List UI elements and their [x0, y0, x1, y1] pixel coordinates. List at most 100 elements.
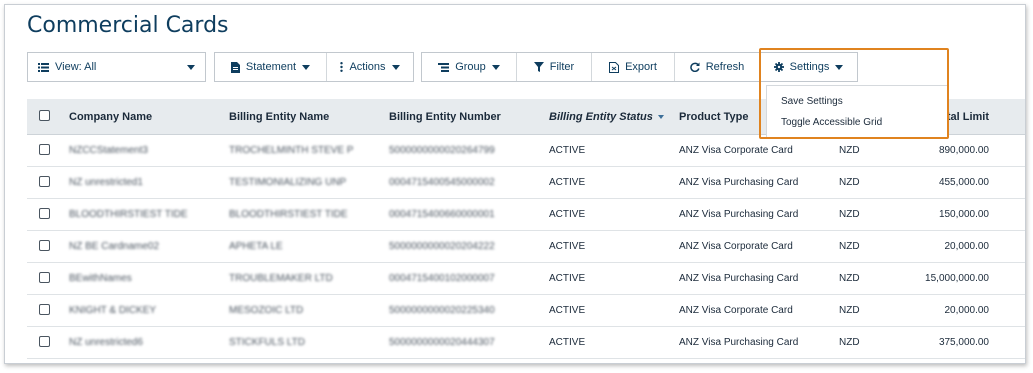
cell-billing-name: STICKFULS LTD: [229, 337, 305, 348]
list-icon: [38, 62, 49, 72]
cell-product: ANZ Visa Purchasing Card: [679, 177, 799, 188]
export-button[interactable]: Export: [592, 53, 675, 81]
cell-currency: NZD: [839, 177, 860, 188]
cell-currency: NZD: [839, 145, 860, 156]
cell-product: ANZ Visa Corporate Card: [679, 145, 793, 156]
cell-limit: 20,000.00: [944, 241, 990, 252]
table-row[interactable]: NZ BE Cardname02 APHETA LE 5000000000020…: [27, 231, 1025, 263]
cell-limit: 375,000.00: [938, 337, 989, 348]
settings-button[interactable]: Settings: [760, 53, 857, 81]
cell-status: ACTIVE: [549, 177, 586, 188]
cell-company: BLOODTHIRSTIEST TIDE: [69, 209, 188, 220]
cell-company: KNIGHT & DICKEY: [69, 305, 157, 316]
cell-status: ACTIVE: [549, 209, 586, 220]
cell-status: ACTIVE: [549, 337, 586, 348]
cell-company: NZ BE Cardname02: [69, 241, 160, 252]
table-row[interactable]: NZ unrestricted6 STICKFULS LTD 500000000…: [27, 327, 1025, 359]
kebab-icon: [340, 62, 344, 72]
view-select[interactable]: View: All: [27, 52, 206, 82]
cell-company: NZ unrestricted1: [69, 177, 143, 188]
group-button[interactable]: Group: [422, 53, 517, 81]
actions-label: Actions: [349, 61, 386, 73]
cell-currency: NZD: [839, 209, 860, 220]
settings-label: Settings: [789, 61, 830, 73]
chevron-down-icon: [491, 64, 500, 70]
table-row[interactable]: NZ unrestricted1 TESTIMONIALIZING UNP 00…: [27, 167, 1025, 199]
table-row[interactable]: KNIGHT & DICKEY MESOZOIC LTD 50000000000…: [27, 295, 1025, 327]
row-checkbox[interactable]: [39, 143, 50, 155]
chevron-down-icon: [187, 64, 195, 70]
cell-billing-name: BLOODTHIRSTIEST TIDE: [229, 209, 348, 220]
column-header-billing-status[interactable]: Billing Entity Status: [549, 111, 679, 123]
select-all-checkbox[interactable]: [39, 109, 50, 121]
cell-status: ACTIVE: [549, 145, 586, 156]
cell-product: ANZ Visa Corporate Card: [679, 305, 793, 316]
cell-limit: 20,000.00: [944, 305, 990, 316]
statement-label: Statement: [245, 61, 297, 73]
settings-dropdown-menu: Save Settings Toggle Accessible Grid: [766, 85, 948, 139]
view-select-label: View: All: [55, 61, 97, 73]
chevron-down-icon: [835, 64, 844, 70]
cell-limit: 150,000.00: [938, 209, 989, 220]
cell-billing-number: 0004715400545000002: [389, 177, 495, 188]
cell-limit: 15,000,000.00: [925, 273, 989, 284]
cell-product: ANZ Visa Purchasing Card: [679, 337, 799, 348]
row-checkbox[interactable]: [39, 335, 50, 347]
filter-label: Filter: [549, 61, 575, 73]
statement-actions-group: Statement Actions: [214, 52, 414, 82]
filter-icon: [533, 62, 544, 72]
group-label: Group: [455, 61, 486, 73]
export-icon: [609, 61, 620, 73]
refresh-label: Refresh: [705, 61, 745, 73]
refresh-button[interactable]: Refresh: [675, 53, 760, 81]
row-checkbox[interactable]: [39, 303, 50, 315]
cell-billing-number: 5000000000020264799: [389, 145, 495, 156]
cell-billing-name: APHETA LE: [229, 241, 283, 252]
actions-button[interactable]: Actions: [327, 53, 413, 81]
chevron-down-icon: [391, 64, 400, 70]
column-header-billing-name[interactable]: Billing Entity Name: [229, 111, 389, 123]
cell-currency: NZD: [839, 337, 860, 348]
menu-item-toggle-accessible-grid[interactable]: Toggle Accessible Grid: [767, 112, 947, 133]
cell-status: ACTIVE: [549, 273, 586, 284]
cell-billing-number: 5000000000020444307: [389, 337, 495, 348]
cell-currency: NZD: [839, 305, 860, 316]
cell-product: ANZ Visa Corporate Card: [679, 241, 793, 252]
row-checkbox[interactable]: [39, 239, 50, 251]
row-checkbox[interactable]: [39, 175, 50, 187]
cell-limit: 890,000.00: [938, 145, 989, 156]
menu-item-save-settings[interactable]: Save Settings: [767, 91, 947, 112]
cell-product: ANZ Visa Purchasing Card: [679, 273, 799, 284]
statement-button[interactable]: Statement: [215, 53, 327, 81]
cell-status: ACTIVE: [549, 305, 586, 316]
cell-billing-name: TROCHELMINTH STEVE P: [229, 145, 354, 156]
cell-currency: NZD: [839, 241, 860, 252]
cell-limit: 455,000.00: [938, 177, 989, 188]
refresh-icon: [689, 62, 700, 72]
cell-company: BEwithNames: [69, 273, 132, 284]
cell-billing-number: 5000000000020204222: [389, 241, 495, 252]
cell-billing-number: 0004715400660000001: [389, 209, 495, 220]
filter-button[interactable]: Filter: [517, 53, 592, 81]
cell-currency: NZD: [839, 273, 860, 284]
cell-company: NZCCStatement3: [69, 145, 148, 156]
sort-desc-icon: [657, 114, 664, 119]
cell-billing-number: 5000000000020225340: [389, 305, 495, 316]
grid-tools-group: Group Filter Export Refresh Settings: [421, 52, 858, 82]
main-panel: Commercial Cards View: All Statement Act…: [4, 4, 1026, 364]
export-label: Export: [625, 61, 657, 73]
cell-billing-name: TESTIMONIALIZING UNP: [229, 177, 347, 188]
cell-status: ACTIVE: [549, 241, 586, 252]
group-icon: [438, 62, 450, 72]
table-row[interactable]: NZCCStatement3 TROCHELMINTH STEVE P 5000…: [27, 135, 1025, 167]
column-header-company[interactable]: Company Name: [69, 111, 229, 123]
table-row[interactable]: BLOODTHIRSTIEST TIDE BLOODTHIRSTIEST TID…: [27, 199, 1025, 231]
column-header-billing-number[interactable]: Billing Entity Number: [389, 111, 549, 123]
row-checkbox[interactable]: [39, 271, 50, 283]
page-title: Commercial Cards: [27, 13, 229, 38]
cell-product: ANZ Visa Purchasing Card: [679, 209, 799, 220]
table-row[interactable]: BEwithNames TROUBLEMAKER LTD 00047154001…: [27, 263, 1025, 295]
row-checkbox[interactable]: [39, 207, 50, 219]
chevron-down-icon: [302, 64, 311, 70]
document-icon: [230, 61, 240, 73]
